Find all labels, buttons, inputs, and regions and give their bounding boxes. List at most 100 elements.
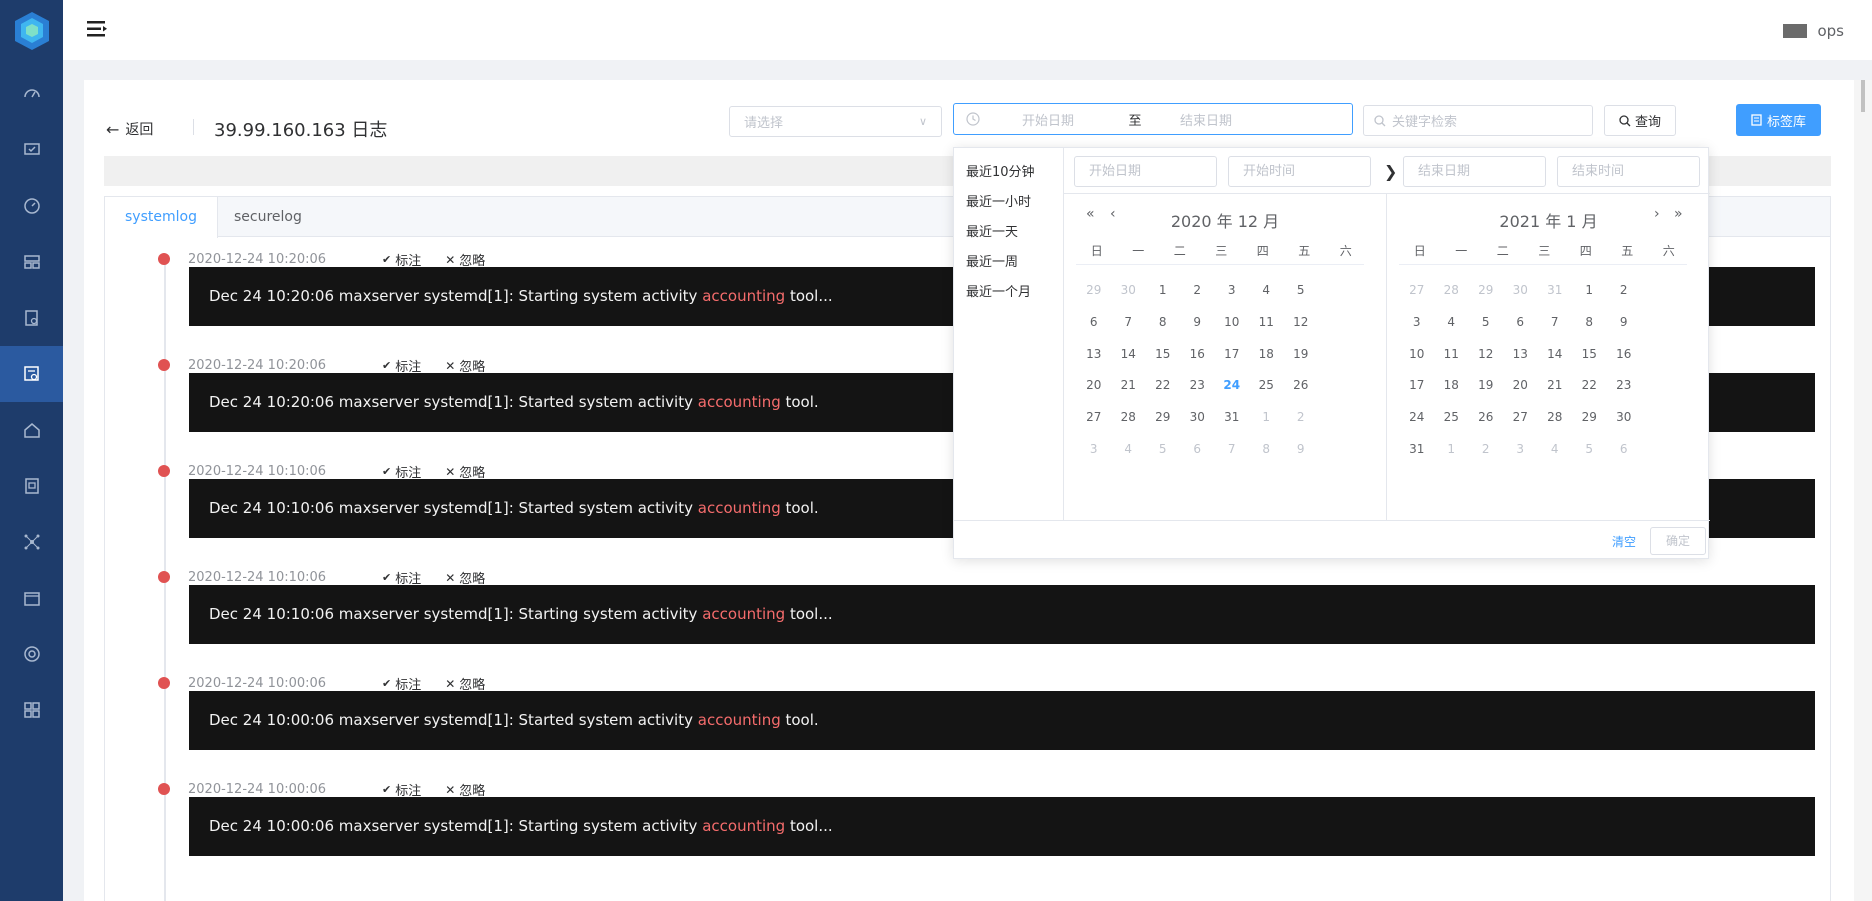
sidebar-item-home[interactable]: [0, 402, 63, 458]
range-start-field[interactable]: 开始日期: [1022, 110, 1118, 129]
weekday-label: 四: [1256, 244, 1269, 258]
close-icon: ✕: [445, 464, 456, 479]
sidebar-item-speed[interactable]: [0, 178, 63, 234]
sidebar-item-logs[interactable]: [0, 346, 63, 402]
timeline-dot: [158, 571, 170, 583]
query-button[interactable]: 查询: [1604, 105, 1676, 136]
keyword-placeholder: 关键字检索: [1392, 115, 1458, 130]
end-time-input[interactable]: 结束时间: [1557, 156, 1700, 187]
calendar-day[interactable]: 12: [1280, 306, 1322, 338]
range-separator: 至: [1128, 113, 1142, 129]
calendar-day[interactable]: 2: [1603, 274, 1645, 306]
sidebar-item-apps[interactable]: [0, 682, 63, 738]
tab-securelog[interactable]: securelog: [214, 197, 322, 237]
start-date-input[interactable]: 开始日期: [1074, 156, 1217, 187]
shortcut-1day[interactable]: 最近一天: [966, 221, 1018, 240]
keyword-search-input[interactable]: 关键字检索: [1363, 105, 1593, 136]
log-keyword: accounting: [697, 711, 781, 729]
shortcut-1hour[interactable]: 最近一小时: [966, 191, 1031, 210]
shortcut-1month[interactable]: 最近一个月: [966, 281, 1031, 300]
sidebar-item-network[interactable]: [0, 514, 63, 570]
log-text: Dec 24 10:10:06 maxserver systemd[1]: St…: [209, 499, 698, 517]
log-time: 2020-12-24 10:00:06: [188, 782, 327, 797]
back-button[interactable]: ← 返回: [106, 119, 153, 139]
confirm-button[interactable]: 确定: [1650, 527, 1706, 555]
sidebar-item-target[interactable]: [0, 626, 63, 682]
monitor-check-icon: [23, 143, 40, 155]
sidebar-item-window[interactable]: [0, 570, 63, 626]
weekday-label: 五: [1298, 244, 1311, 258]
month-panel-left: « ‹ 2020 年 12 月 日一二三四五六 29 30 1 2 3 4 5 6 7 8 9 10 1…: [1064, 194, 1387, 520]
log-text: tool...: [785, 287, 833, 305]
date-range-input[interactable]: 开始日期 至 结束日期: [953, 103, 1353, 135]
weekday-label: 一: [1455, 244, 1468, 258]
weekday-label: 一: [1132, 244, 1145, 258]
log-message: Dec 24 10:00:06 maxserver systemd[1]: St…: [189, 691, 1815, 750]
username: ops: [1817, 22, 1844, 40]
start-time-input[interactable]: 开始时间: [1228, 156, 1371, 187]
log-text: Dec 24 10:10:06 maxserver systemd[1]: St…: [209, 605, 703, 623]
sidebar-item-monitor[interactable]: [0, 122, 63, 178]
timeline-dot: [158, 677, 170, 689]
end-date-input[interactable]: 结束日期: [1403, 156, 1546, 187]
picker-footer: 清空 确定: [954, 520, 1710, 560]
top-header: ops: [63, 0, 1872, 60]
sidebar: [0, 0, 63, 901]
log-keyword: accounting: [702, 605, 786, 623]
clock-icon: [966, 112, 980, 126]
user-menu[interactable]: ops: [1783, 22, 1844, 40]
log-time: 2020-12-24 10:10:06: [188, 464, 327, 479]
calendar-day[interactable]: 26: [1280, 369, 1322, 401]
timeline-dot: [158, 783, 170, 795]
clear-button[interactable]: 清空: [1612, 533, 1636, 550]
weekday-label: 三: [1215, 244, 1228, 258]
grid-icon: [23, 702, 40, 718]
mark-icon: ✔: [382, 783, 392, 796]
close-icon: ✕: [445, 782, 456, 797]
log-text: tool.: [780, 393, 819, 411]
calendar-day: 2: [1296, 410, 1305, 425]
gauge-icon: [23, 89, 40, 98]
log-text: tool...: [785, 605, 833, 623]
tab-systemlog[interactable]: systemlog: [105, 197, 218, 238]
sidebar-item-report[interactable]: [0, 290, 63, 346]
calendar-day[interactable]: 9: [1603, 306, 1645, 338]
sidebar-item-frame[interactable]: [0, 458, 63, 514]
shortcut-1week[interactable]: 最近一周: [966, 251, 1018, 270]
range-end-field[interactable]: 结束日期: [1180, 110, 1232, 129]
mark-icon: ✔: [382, 465, 392, 478]
document-search-icon: [24, 310, 38, 326]
weekday-header: 日一二三四五六: [1076, 242, 1367, 259]
weekday-label: 四: [1579, 244, 1592, 258]
left-month-title: 2020 年 12 月: [1170, 212, 1280, 231]
home-icon: [23, 423, 40, 438]
calendar-day[interactable]: 5: [1280, 274, 1322, 306]
sidebar-item-dashboard[interactable]: [0, 66, 63, 122]
avatar: [1783, 24, 1808, 38]
log-time: 2020-12-24 10:20:06: [188, 358, 327, 373]
scrollbar-track[interactable]: [1854, 80, 1872, 901]
query-label: 查询: [1634, 115, 1661, 130]
logo-icon[interactable]: [11, 10, 53, 52]
shortcut-10min[interactable]: 最近10分钟: [966, 161, 1035, 180]
calendar-day[interactable]: 16: [1603, 338, 1645, 370]
weekday-label: 五: [1621, 244, 1634, 258]
calendar-day[interactable]: 23: [1603, 369, 1645, 401]
sidebar-item-layout[interactable]: [0, 234, 63, 290]
source-select[interactable]: 请选择 ∨: [729, 106, 942, 137]
close-icon: ✕: [445, 358, 456, 373]
network-icon: [24, 534, 39, 550]
log-keyword: accounting: [697, 499, 781, 517]
log-text: tool...: [785, 817, 833, 835]
menu-toggle-icon[interactable]: [87, 20, 107, 38]
calendar-day[interactable]: 30: [1603, 401, 1645, 433]
log-text: tool.: [780, 499, 819, 517]
scrollbar-thumb[interactable]: [1861, 80, 1865, 112]
log-keyword: accounting: [702, 287, 786, 305]
calendar-day[interactable]: 19: [1280, 338, 1322, 370]
speedometer-icon: [23, 198, 40, 214]
book-icon: [1751, 114, 1762, 126]
log-message: Dec 24 10:00:06 maxserver systemd[1]: St…: [189, 797, 1815, 856]
weekday-label: 日: [1413, 244, 1426, 258]
tag-library-button[interactable]: 标签库: [1736, 104, 1821, 136]
